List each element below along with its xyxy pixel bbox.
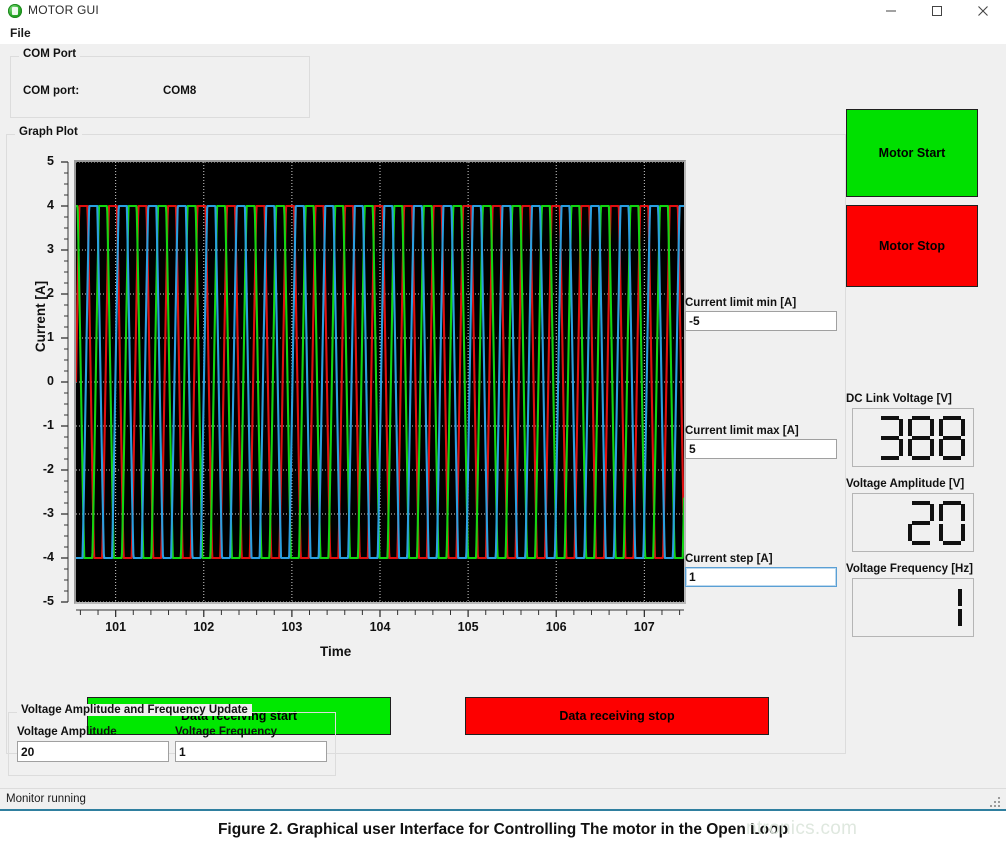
current-limit-max-label: Current limit max [A]	[685, 425, 799, 437]
menu-item-file[interactable]: File	[6, 25, 35, 41]
com-port-group-title: COM Port	[19, 48, 80, 60]
maximize-button[interactable]	[914, 0, 960, 22]
com-port-label: COM port:	[23, 85, 79, 97]
y-axis-tick-label: 2	[20, 286, 54, 300]
x-axis-tick-label: 104	[360, 620, 400, 634]
close-button[interactable]	[960, 0, 1006, 22]
voltage-amplitude-label: Voltage Amplitude [V]	[846, 478, 964, 490]
motor-stop-label: Motor Stop	[879, 239, 945, 253]
voltage-update-group: Voltage Amplitude and Frequency Update V…	[8, 712, 336, 776]
voltage-update-group-title: Voltage Amplitude and Frequency Update	[17, 704, 252, 716]
seven-segment-digit	[908, 416, 934, 460]
menu-bar: File	[0, 22, 1006, 44]
seven-segment-digit	[939, 416, 965, 460]
dc-link-voltage-value	[877, 416, 965, 460]
status-bar: Monitor running	[0, 788, 1006, 811]
current-step-input[interactable]	[685, 567, 837, 587]
seven-segment-digit	[939, 501, 965, 545]
x-axis-tick-label: 102	[184, 620, 224, 634]
graph-plot-group: Graph Plot Current [A] Time -5-4-3-2-101…	[6, 134, 846, 754]
y-axis-tick-label: -1	[20, 418, 54, 432]
y-axis-tick-label: 1	[20, 330, 54, 344]
close-icon	[977, 5, 989, 17]
y-axis-tick-label: 3	[20, 242, 54, 256]
y-axis-tick-label: -3	[20, 506, 54, 520]
graph-plot-group-title: Graph Plot	[15, 126, 82, 138]
current-step-label: Current step [A]	[685, 553, 773, 565]
y-axis-tick-label: -4	[20, 550, 54, 564]
minimize-button[interactable]	[868, 0, 914, 22]
current-waveform-chart: Current [A] Time -5-4-3-2-1012345 101102…	[29, 149, 709, 709]
motor-start-label: Motor Start	[879, 146, 946, 160]
client-area: COM Port COM port: COM8 Graph Plot Curre…	[0, 44, 1006, 788]
title-bar: MOTOR GUI	[0, 0, 1006, 23]
seven-segment-digit	[877, 416, 903, 460]
x-axis-label: Time	[320, 644, 351, 659]
com-port-group: COM Port COM port: COM8	[10, 56, 310, 118]
motor-gui-window: MOTOR GUI File COM Port COM port: COM8	[0, 0, 1006, 848]
x-axis-tick-label: 105	[448, 620, 488, 634]
app-icon	[8, 4, 22, 18]
update-voltage-frequency-input[interactable]	[175, 741, 327, 762]
data-receiving-stop-button[interactable]: Data receiving stop	[465, 697, 769, 735]
x-axis-tick-label: 103	[272, 620, 312, 634]
voltage-frequency-display	[852, 578, 974, 637]
current-limit-min-label: Current limit min [A]	[685, 297, 796, 309]
data-receiving-stop-label: Data receiving stop	[559, 709, 674, 723]
window-title: MOTOR GUI	[28, 3, 99, 17]
voltage-amplitude-value	[908, 501, 965, 545]
x-axis-tick-label: 101	[96, 620, 136, 634]
update-voltage-frequency-label: Voltage Frequency	[175, 726, 277, 738]
motor-start-button[interactable]: Motor Start	[846, 109, 978, 197]
y-axis-tick-label: 0	[20, 374, 54, 388]
dc-link-voltage-display	[852, 408, 974, 467]
y-axis-tick-label: 4	[20, 198, 54, 212]
voltage-frequency-label: Voltage Frequency [Hz]	[846, 563, 973, 575]
figure-caption-area: Figure 2. Graphical user Interface for C…	[0, 811, 1006, 848]
current-limit-min-input[interactable]	[685, 311, 837, 331]
x-axis-tick-label: 107	[624, 620, 664, 634]
y-axis-tick-label: 5	[20, 154, 54, 168]
y-axis-tick-label: -5	[20, 594, 54, 608]
waveform-plot-svg	[76, 162, 684, 602]
x-axis-tick-label: 106	[536, 620, 576, 634]
current-limit-max-input[interactable]	[685, 439, 837, 459]
maximize-icon	[931, 5, 943, 17]
figure-caption: Figure 2. Graphical user Interface for C…	[0, 821, 1006, 839]
resize-grip-icon[interactable]	[988, 795, 1002, 809]
voltage-amplitude-display	[852, 493, 974, 552]
y-axis-tick-label: -2	[20, 462, 54, 476]
status-text: Monitor running	[6, 793, 86, 805]
seven-segment-digit	[908, 501, 934, 545]
update-voltage-amplitude-input[interactable]	[17, 741, 169, 762]
com-port-value: COM8	[163, 85, 196, 97]
dc-link-voltage-label: DC Link Voltage [V]	[846, 393, 952, 405]
update-voltage-amplitude-label: Voltage Amplitude	[17, 726, 117, 738]
voltage-frequency-value	[955, 586, 965, 630]
motor-stop-button[interactable]: Motor Stop	[846, 205, 978, 287]
seven-segment-digit	[955, 586, 965, 630]
plot-area	[74, 160, 686, 604]
minimize-icon	[885, 5, 897, 17]
